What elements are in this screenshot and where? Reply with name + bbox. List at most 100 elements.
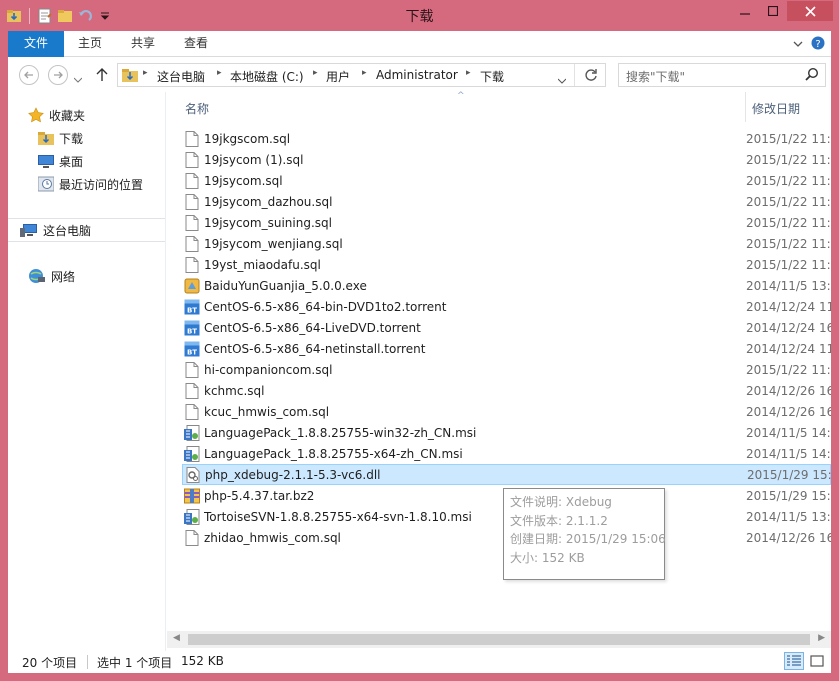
- back-button[interactable]: [19, 65, 39, 85]
- nav-item-desktop[interactable]: 桌面: [38, 150, 83, 172]
- nav-item-label: 最近访问的位置: [59, 177, 144, 192]
- file-date: 2015/1/29 15:: [747, 467, 832, 482]
- file-row[interactable]: 19jsycom.sql 2015/1/22 11:: [182, 170, 831, 191]
- help-icon[interactable]: ?: [811, 36, 825, 53]
- document-icon: [184, 193, 200, 210]
- search-box[interactable]: 搜索"下载": [618, 63, 826, 87]
- file-row[interactable]: BT CentOS-6.5-x86_64-LiveDVD.torrent 2014/…: [182, 317, 831, 338]
- breadcrumb-separator: ▸: [143, 68, 148, 78]
- forward-button[interactable]: [48, 65, 68, 85]
- recent-locations-icon[interactable]: [73, 72, 83, 86]
- file-date: 2014/11/5 14:: [746, 446, 831, 461]
- tab-view[interactable]: 查看: [176, 31, 216, 57]
- address-dropdown-icon[interactable]: [557, 73, 567, 87]
- file-name: 19jsycom_wenjiang.sql: [204, 236, 343, 251]
- file-date: 2015/1/29 15:: [746, 488, 831, 503]
- navigation-pane: 收藏夹 下载 桌面 最近访问的位置 这台电脑 网络: [8, 92, 166, 651]
- folder-download-icon: [38, 132, 54, 145]
- file-row[interactable]: BaiduYunGuanjia_5.0.0.exe 2014/11/5 13:: [182, 275, 831, 296]
- file-row[interactable]: 19jsycom_suining.sql 2015/1/22 11:: [182, 212, 831, 233]
- forward-arrow-icon: [54, 71, 63, 79]
- nav-network-label: 网络: [51, 269, 76, 284]
- address-bar[interactable]: ▸ 这台电脑 ▸ 本地磁盘 (C:) ▸ 用户 ▸ Administrator …: [117, 63, 606, 87]
- status-selected: 选中 1 个项目: [97, 656, 173, 670]
- tooltip-description: 文件说明: Xdebug: [510, 495, 612, 509]
- explorer-window: 下载 文件 主页 共享 查看 ? ▸ 这台电脑 ▸ 本地磁盘 (C:) ▸ 用户…: [0, 0, 839, 681]
- minimize-button[interactable]: [731, 1, 759, 21]
- maximize-button[interactable]: [759, 1, 787, 21]
- nav-item-downloads[interactable]: 下载: [38, 127, 83, 149]
- file-name: 19jsycom_dazhou.sql: [204, 194, 333, 209]
- file-row[interactable]: BT CentOS-6.5-x86_64-netinstall.torrent 20…: [182, 338, 831, 359]
- file-name: LanguagePack_1.8.8.25755-win32-zh_CN.msi: [204, 425, 477, 440]
- nav-this-pc[interactable]: 这台电脑: [8, 218, 165, 242]
- tooltip-size: 大小: 152 KB: [510, 550, 585, 565]
- nav-network[interactable]: 网络: [28, 265, 75, 287]
- file-date: 2014/11/5 13:: [746, 509, 831, 524]
- file-row[interactable]: 19yst_miaodafu.sql 2015/1/22 11:: [182, 254, 831, 275]
- large-icons-view-icon: [810, 655, 824, 667]
- file-name: 19jsycom.sql: [204, 173, 283, 188]
- file-row[interactable]: BT CentOS-6.5-x86_64-bin-DVD1to2.torrent 2…: [182, 296, 831, 317]
- file-row[interactable]: hi-companioncom.sql 2015/1/22 11:: [182, 359, 831, 380]
- scroll-left-icon[interactable]: ◀: [173, 633, 180, 643]
- file-row[interactable]: 19jsycom_wenjiang.sql 2015/1/22 11:: [182, 233, 831, 254]
- large-icons-view-button[interactable]: [807, 652, 827, 670]
- horizontal-scrollbar[interactable]: ◀ ▶: [167, 631, 831, 648]
- file-row[interactable]: 19jsycom_dazhou.sql 2015/1/22 11:: [182, 191, 831, 212]
- tooltip-version: 文件版本: 2.1.1.2: [510, 513, 608, 528]
- file-name: CentOS-6.5-x86_64-netinstall.torrent: [204, 341, 426, 356]
- scroll-right-icon[interactable]: ▶: [818, 633, 825, 643]
- file-row[interactable]: kchmc.sql 2014/12/26 16: [182, 380, 831, 401]
- document-icon: [184, 256, 200, 273]
- maximize-icon: [768, 6, 778, 16]
- file-row[interactable]: 19jsycom (1).sql 2015/1/22 11:: [182, 149, 831, 170]
- up-button[interactable]: [96, 68, 108, 84]
- search-input[interactable]: 搜索"下载": [626, 68, 685, 85]
- column-header-name[interactable]: 名称: [185, 100, 209, 117]
- breadcrumb-local-disk[interactable]: 本地磁盘 (C:): [230, 68, 304, 85]
- msi-icon: [184, 424, 200, 441]
- file-date: 2015/1/22 11:: [746, 194, 831, 209]
- file-name: CentOS-6.5-x86_64-bin-DVD1to2.torrent: [204, 299, 447, 314]
- document-icon: [184, 382, 200, 399]
- file-row[interactable]: 19jkgscom.sql 2015/1/22 11:: [182, 128, 831, 149]
- file-row[interactable]: php_xdebug-2.1.1-5.3-vc6.dll 2015/1/29 15…: [182, 464, 832, 485]
- tab-file[interactable]: 文件: [8, 31, 64, 57]
- nav-favorites[interactable]: 收藏夹: [28, 104, 85, 126]
- file-date: 2015/1/22 11:: [746, 173, 831, 188]
- file-tooltip: 文件说明: Xdebug 文件版本: 2.1.1.2 创建日期: 2015/1/…: [503, 488, 666, 580]
- breadcrumb-separator: ▸: [466, 68, 471, 78]
- nav-item-recent[interactable]: 最近访问的位置: [38, 173, 143, 195]
- recent-places-icon: [38, 176, 54, 192]
- file-row[interactable]: LanguagePack_1.8.8.25755-win32-zh_CN.msi…: [182, 422, 831, 443]
- refresh-icon[interactable]: [584, 68, 598, 85]
- breadcrumb-downloads[interactable]: 下载: [480, 68, 504, 85]
- file-name: kchmc.sql: [204, 383, 265, 398]
- file-date: 2014/12/24 16: [746, 320, 831, 335]
- torrent-icon: BT: [184, 299, 200, 315]
- address-divider: [574, 64, 575, 86]
- breadcrumb-administrator[interactable]: Administrator: [376, 68, 458, 82]
- search-icon[interactable]: [805, 67, 819, 84]
- column-header-date[interactable]: 修改日期: [752, 100, 800, 117]
- details-view-button[interactable]: [784, 652, 804, 670]
- breadcrumb-separator: ▸: [313, 68, 318, 78]
- breadcrumb-separator: ▸: [362, 68, 367, 78]
- column-divider[interactable]: [745, 92, 746, 122]
- file-row[interactable]: kcuc_hmwis_com.sql 2014/12/26 16: [182, 401, 831, 422]
- nav-this-pc-label: 这台电脑: [43, 223, 92, 238]
- file-row[interactable]: LanguagePack_1.8.8.25755-x64-zh_CN.msi 20…: [182, 443, 831, 464]
- tab-share[interactable]: 共享: [123, 31, 163, 57]
- window-title: 下载: [405, 9, 434, 25]
- content-area: 收藏夹 下载 桌面 最近访问的位置 这台电脑 网络 ^ 名称 修改日期 19jk…: [8, 91, 832, 651]
- file-name: kcuc_hmwis_com.sql: [204, 404, 330, 419]
- scrollbar-thumb[interactable]: [188, 634, 810, 645]
- breadcrumb-users[interactable]: 用户: [326, 68, 350, 85]
- expand-ribbon-icon[interactable]: [793, 38, 803, 52]
- tab-home[interactable]: 主页: [70, 31, 110, 57]
- close-button[interactable]: [787, 1, 833, 21]
- breadcrumb-this-pc[interactable]: 这台电脑: [157, 68, 205, 85]
- torrent-icon: BT: [184, 320, 200, 336]
- details-view-icon: [787, 655, 801, 666]
